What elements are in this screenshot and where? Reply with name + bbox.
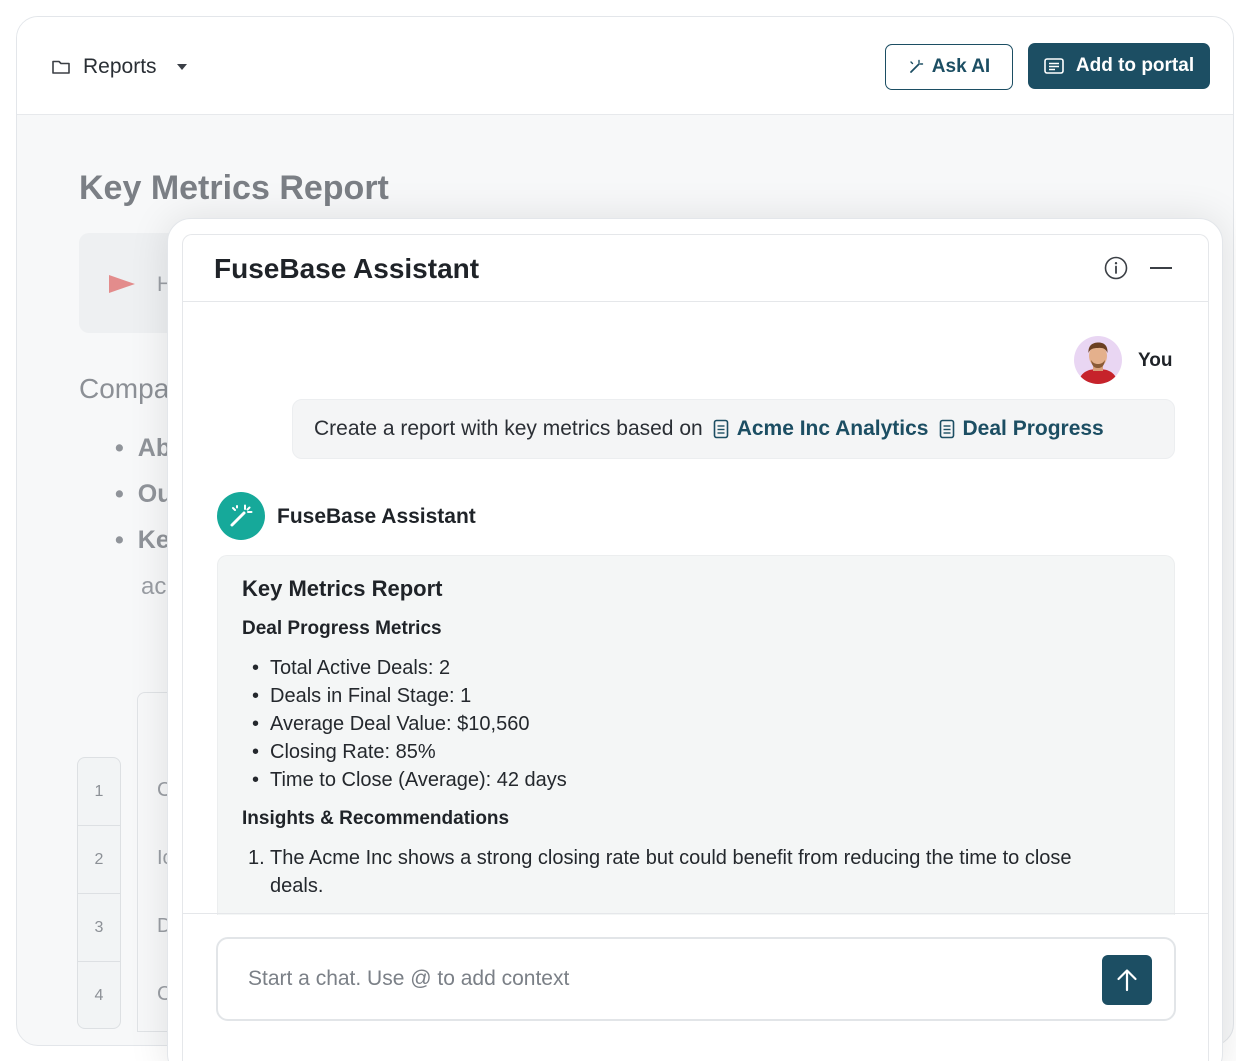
table-row-number[interactable]: 3 [78,894,120,962]
list-item: Time to Close (Average): 42 days [242,766,1150,794]
ask-ai-label: Ask AI [931,56,991,77]
assistant-panel: FuseBase Assistant You Create a report w… [182,234,1209,1061]
list-item: Closing Rate: 85% [242,738,1150,766]
reference-label: Deal Progress [962,417,1104,440]
metrics-list: Total Active Deals: 2 Deals in Final Sta… [242,654,1150,794]
list-number: 1. [248,847,265,869]
report-title: Key Metrics Report [242,576,443,601]
chat-input[interactable] [248,963,1068,995]
list-item: Deals in Final Stage: 1 [242,682,1150,710]
breadcrumb[interactable]: Reports [51,55,187,79]
list-item: Average Deal Value: $10,560 [242,710,1150,738]
composer-divider [183,913,1208,914]
user-avatar [1074,336,1122,384]
reference-link[interactable]: Acme Inc Analytics [713,417,929,441]
bullet-continuation: ac [141,573,167,600]
magic-wand-icon [230,504,253,527]
assistant-title: FuseBase Assistant [214,253,480,284]
minimize-icon[interactable] [1150,267,1172,269]
send-button[interactable] [1102,955,1152,1005]
info-icon[interactable] [1104,256,1128,280]
bullet-item: Ou [115,480,173,509]
list-item: 1. The Acme Inc shows a strong closing r… [242,844,1122,900]
magic-wand-icon [909,59,923,73]
reference-label: Acme Inc Analytics [736,417,929,440]
top-bar: Reports Ask AI Add to portal [17,17,1233,115]
report-section-title: Deal Progress Metrics [242,618,442,639]
table-row-number[interactable]: 4 [78,962,120,1030]
add-to-portal-button[interactable]: Add to portal [1028,43,1210,89]
assistant-header: FuseBase Assistant [183,235,1208,302]
folder-icon [52,60,70,74]
table-row-number[interactable]: 1 [78,758,120,826]
bullet-item: Ab [115,434,171,463]
user-label: You [1138,350,1173,371]
insights-list: 1. The Acme Inc shows a strong closing r… [242,844,1150,900]
user-message-text: Create a report with key metrics based o… [314,417,703,440]
user-message: Create a report with key metrics based o… [292,399,1175,459]
assistant-name: FuseBase Assistant [277,505,476,528]
assistant-avatar [217,492,265,540]
add-to-portal-label: Add to portal [1075,55,1195,76]
list-item: Total Active Deals: 2 [242,654,1150,682]
assistant-message: Key Metrics Report Deal Progress Metrics… [217,555,1175,915]
portal-icon [1044,58,1064,74]
table-row-number[interactable]: 2 [78,826,120,894]
insight-text: The Acme Inc shows a strong closing rate… [270,847,1072,897]
reference-link[interactable]: Deal Progress [939,417,1104,441]
report-section-title: Insights & Recommendations [242,808,510,829]
arrow-up-icon [1117,969,1137,992]
document-icon [713,419,728,439]
ask-ai-button[interactable]: Ask AI [885,44,1013,90]
table-row-numbers: 1 2 3 4 [77,757,121,1029]
chat-composer [216,937,1176,1021]
flag-icon [109,275,135,293]
document-icon [939,419,954,439]
breadcrumb-label: Reports [83,55,157,78]
document-title: Key Metrics Report [79,169,389,207]
bullet-item: Ke [115,526,170,555]
caret-down-icon[interactable] [176,64,187,70]
section-heading: Compa [79,373,170,404]
